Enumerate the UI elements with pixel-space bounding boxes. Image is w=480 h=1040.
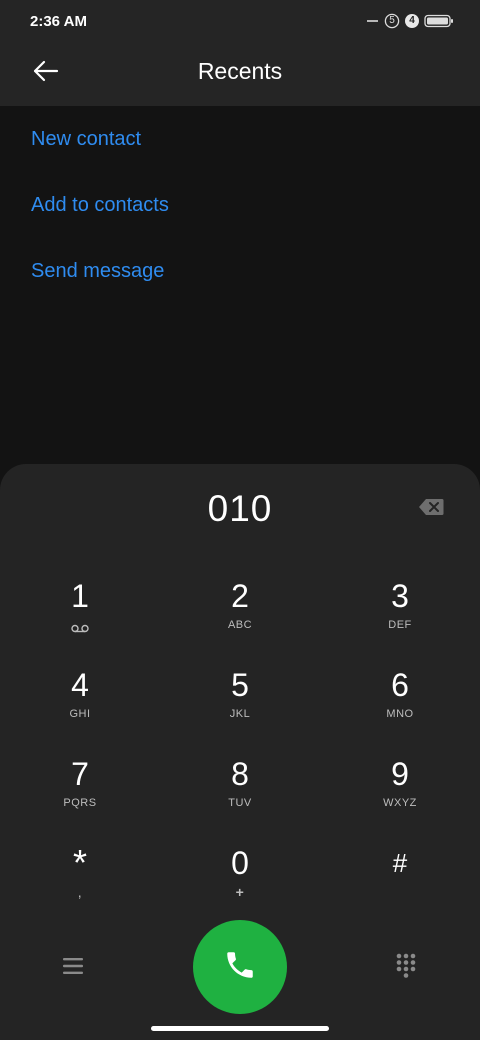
dialed-number[interactable]: 010 — [0, 488, 480, 530]
key-7[interactable]: 7 PQRS — [0, 742, 160, 831]
home-indicator[interactable] — [151, 1026, 329, 1031]
key-letters: MNO — [386, 708, 414, 720]
key-digit: 6 — [391, 667, 409, 703]
key-6[interactable]: 6 MNO — [320, 653, 480, 742]
backspace-icon — [418, 498, 444, 521]
keypad: 1 2 ABC 3 DEF 4 GHI 5 JKL 6 MNO 7 PQRS 8… — [0, 564, 480, 920]
status-time: 2:36 AM — [30, 12, 87, 30]
key-letters: TUV — [228, 797, 252, 809]
key-9[interactable]: 9 WXYZ — [320, 742, 480, 831]
notification-badge-icon: 5 — [384, 13, 400, 29]
key-star[interactable]: * , — [0, 831, 160, 920]
key-digit: * — [72, 842, 87, 883]
key-2[interactable]: 2 ABC — [160, 564, 320, 653]
menu-button[interactable] — [57, 952, 89, 984]
key-digit: 2 — [231, 578, 249, 614]
key-letters: ABC — [227, 619, 253, 631]
badge-count-a: 5 — [389, 15, 395, 26]
key-letters: DEF — [388, 619, 412, 631]
backspace-button[interactable] — [414, 496, 448, 522]
key-letters: WXYZ — [383, 797, 417, 809]
new-contact-option[interactable]: New contact — [0, 106, 480, 172]
voicemail-icon — [71, 620, 89, 638]
key-digit: 7 — [71, 756, 89, 792]
key-letters: , — [77, 884, 83, 900]
key-letters: PQRS — [63, 797, 97, 809]
battery-icon — [424, 14, 454, 28]
key-icon — [366, 15, 386, 27]
dialer-panel: 010 1 2 ABC 3 DEF 4 GHI 5 JKL 6 MNO 7 PQ… — [0, 464, 480, 1040]
key-3[interactable]: 3 DEF — [320, 564, 480, 653]
key-digit: 0 — [231, 845, 249, 881]
status-bar: 2:36 AM 5 4 — [0, 0, 480, 42]
call-button[interactable] — [193, 920, 287, 1014]
options-list: New contact Add to contacts Send message — [0, 106, 480, 304]
add-to-contacts-option[interactable]: Add to contacts — [0, 172, 480, 238]
status-icons: 5 4 — [366, 13, 454, 29]
key-digit: 1 — [71, 578, 89, 614]
key-4[interactable]: 4 GHI — [0, 653, 160, 742]
key-digit: 3 — [391, 578, 409, 614]
key-digit: 5 — [231, 667, 249, 703]
send-message-option[interactable]: Send message — [0, 238, 480, 304]
badge-count-b: 4 — [409, 15, 415, 26]
key-digit: 4 — [71, 667, 89, 703]
keypad-toggle-button[interactable] — [390, 952, 422, 984]
phone-icon — [223, 948, 257, 987]
key-8[interactable]: 8 TUV — [160, 742, 320, 831]
key-digit: 9 — [391, 756, 409, 792]
dialer-actions — [0, 920, 480, 1016]
key-0[interactable]: 0 + — [160, 831, 320, 920]
keypad-icon — [396, 953, 416, 984]
key-5[interactable]: 5 JKL — [160, 653, 320, 742]
key-digit: 8 — [231, 756, 249, 792]
page-title: Recents — [197, 58, 283, 84]
key-hash[interactable]: # — [320, 831, 480, 920]
key-letters: + — [235, 884, 245, 900]
menu-icon — [62, 957, 84, 980]
key-1[interactable]: 1 — [0, 564, 160, 653]
notification-badge-icon: 4 — [404, 13, 420, 29]
key-digit: # — [392, 848, 408, 878]
key-letters: GHI — [69, 708, 91, 720]
app-bar: Recents — [0, 42, 480, 106]
key-letters: JKL — [229, 708, 251, 720]
